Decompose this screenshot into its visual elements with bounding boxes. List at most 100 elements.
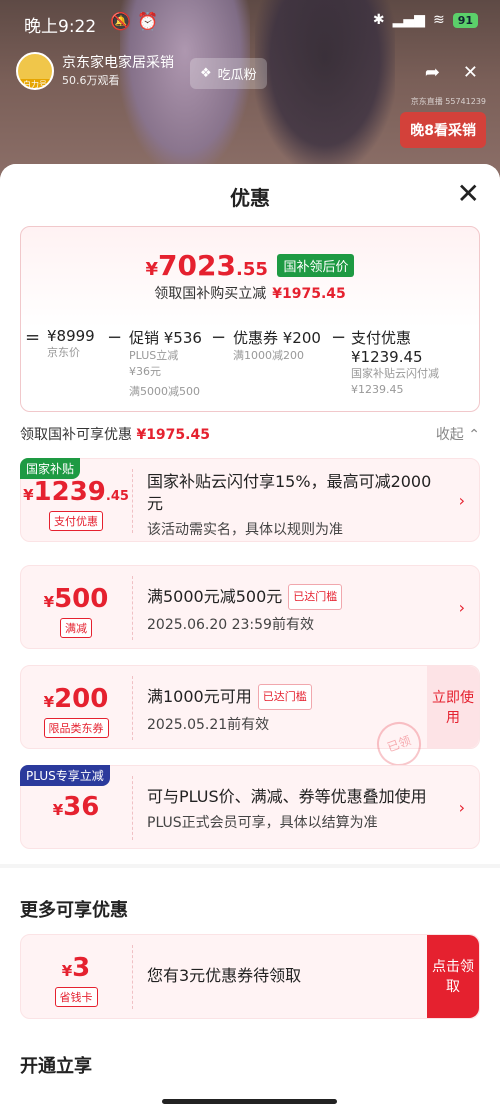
amount-integer: 3 [72,953,91,983]
coupon-body: 国家补贴云闪付享15%，最高可减2000元 该活动需实名，具体以规则为准 [147,471,439,539]
minus-sign: − [331,327,347,348]
coupon-amount: ¥3 [21,953,131,983]
formula-sub: 满1000减200 [233,349,304,362]
price-formula: = ¥8999 京东价 − 促销 ¥536 PLUS立减 ¥36元 满5000减… [21,327,479,407]
save-amount: ¥1975.45 [272,286,346,302]
minus-sign: − [211,327,227,348]
subsidy-section-header: 领取国补可享优惠 ¥1975.45 [20,424,210,444]
amount-integer: 500 [54,584,109,614]
battery-icon: 91 [452,12,478,28]
save-label: 领取国补购买立减 [154,286,267,302]
coupon-amount: ¥200 [21,684,131,714]
fan-chip-label: 吃瓜粉 [217,68,257,83]
formula-sub: ¥1239.45 [351,383,404,396]
coupon-title: 您有3元优惠券待领取 [147,966,302,985]
home-indicator[interactable] [162,1099,337,1104]
coupon-card-savings[interactable]: ¥3 省钱卡 您有3元优惠券待领取 点击领取 [20,934,480,1019]
status-time: 晚上9:22 [24,17,97,37]
coupon-type-label: 省钱卡 [54,987,98,1007]
status-right-icons: ✱ ▂▄▆ ≋ 91 [373,12,478,28]
coupon-title: 国家补贴云闪付享15%，最高可减2000元 [147,472,432,513]
amount-integer: 200 [54,684,109,714]
final-price: ¥7023.55 国补领后价 [21,249,479,282]
chevron-right-icon[interactable]: › [459,598,465,617]
price-tag: 国补领后价 [277,254,355,277]
coupon-title-text: 满5000元减500元 [147,587,283,606]
discount-sheet: 优惠 ✕ ¥7023.55 国补领后价 领取国补购买立减 ¥1975.45 = ¥… [0,164,500,1111]
coupon-title: 满5000元减500元 已达门槛 [147,584,439,610]
coupon-subtitle: 2025.06.20 23:59前有效 [147,617,314,633]
formula-value: ¥8999 [47,327,95,345]
equals-sign: = [25,327,41,348]
coupon-amount-block: ¥200 限品类东券 [21,666,131,748]
use-now-button[interactable]: 立即使用 [427,666,479,748]
coupon-title-text: 满1000元可用 [147,687,252,706]
price-summary-card: ¥7023.55 国补领后价 领取国补购买立减 ¥1975.45 = ¥8999 … [20,226,480,412]
coupon-card-full-reduction[interactable]: ¥500 满减 满5000元减500元 已达门槛 2025.06.20 23:59… [20,565,480,649]
coupon-amount-block: ¥36 [21,766,131,848]
section-amount: ¥1975.45 [136,427,210,443]
claim-button[interactable]: 点击领取 [427,935,479,1018]
formula-value: 支付优惠 ¥1239.45 [351,329,423,366]
amount-decimal: .45 [105,489,129,504]
amount-integer: 1239 [33,477,106,507]
coupon-title: 可与PLUS价、满减、券等优惠叠加使用 [147,787,427,806]
currency-symbol: ¥ [61,962,73,980]
coupon-divider [132,776,133,840]
mute-icon: 🔕 [110,12,132,32]
avatar-tag: 白力号 [18,79,52,88]
coupon-type-label: 支付优惠 [49,511,103,531]
collapse-toggle[interactable]: 收起 ⌃ [436,424,480,444]
formula-sub: PLUS立减 [129,349,179,362]
coupon-divider [132,576,133,640]
coupon-type-label: 满减 [60,618,92,638]
sheet-title: 优惠 [230,186,270,210]
coupon-divider [132,469,133,533]
bluetooth-icon: ✱ [372,12,385,28]
coupon-amount-block: ¥1239.45 支付优惠 [21,459,131,541]
threshold-badge: 已达门槛 [288,584,343,610]
coupon-amount: ¥500 [21,584,131,614]
close-live-icon[interactable]: ✕ [463,62,478,83]
formula-sub: ¥36元 [129,365,161,378]
coupon-divider [132,945,133,1009]
formula-item-jd-price: ¥8999 京东价 [47,327,95,361]
fan-icon: ❖ [200,66,212,81]
room-id: 京东直播 55741239 [410,97,486,106]
coupon-subtitle: 该活动需实名，具体以规则为准 [147,522,343,538]
more-discounts-title: 更多可享优惠 [20,900,128,921]
promo-badge[interactable]: 晚8看采销 [400,112,486,148]
formula-sub: 国家补贴云闪付减 [351,367,439,380]
formula-item-payment: 支付优惠 ¥1239.45 国家补贴云闪付减 ¥1239.45 [351,327,479,398]
avatar[interactable]: 白力号 [16,52,54,90]
coupon-divider [132,676,133,740]
price-decimal: .55 [235,259,268,280]
save-line: 领取国补购买立减 ¥1975.45 [21,283,479,303]
share-icon[interactable]: ➦ [425,62,440,83]
coupon-card-national-subsidy[interactable]: 国家补贴 ¥1239.45 支付优惠 国家补贴云闪付享15%，最高可减2000元… [20,458,480,542]
live-host-info[interactable]: 白力号 京东家电家居采销 50.6万观看 [16,52,174,90]
formula-item-coupon: 优惠券 ¥200 满1000减200 [233,327,321,364]
status-bar: 晚上9:22 🔕 ⏰ ✱ ▂▄▆ ≋ 91 [0,0,500,44]
coupon-amount: ¥36 [21,792,131,822]
close-icon[interactable]: ✕ [457,180,480,208]
currency-symbol: ¥ [43,693,55,711]
minus-sign: − [107,327,123,348]
formula-sub: 京东价 [47,346,80,359]
fan-chip[interactable]: ❖ 吃瓜粉 [190,58,267,89]
open-benefit-title: 开通立享 [20,1056,92,1077]
currency-symbol: ¥ [52,801,64,819]
chevron-right-icon[interactable]: › [459,798,465,817]
coupon-type-label: 限品类东券 [43,718,109,738]
coupon-body: 满5000元减500元 已达门槛 2025.06.20 23:59前有效 [147,584,439,634]
formula-item-promo: 促销 ¥536 PLUS立减 ¥36元 满5000减500 [129,327,202,400]
chevron-right-icon[interactable]: › [459,491,465,510]
coupon-card-plus[interactable]: PLUS专享立减 ¥36 可与PLUS价、满减、券等优惠叠加使用 PLUS正式会… [20,765,480,849]
formula-value: 优惠券 ¥200 [233,329,321,347]
coupon-card-category-voucher[interactable]: ¥200 限品类东券 满1000元可用 已达门槛 2025.05.21前有效 已领… [20,665,480,773]
coupon-amount-block: ¥500 满减 [21,566,131,648]
amount-integer: 36 [63,792,100,822]
coupon-amount-block: ¥3 省钱卡 [21,935,131,1018]
status-left-icons: 🔕 ⏰ [110,12,158,32]
viewer-count: 50.6万观看 [62,74,120,87]
